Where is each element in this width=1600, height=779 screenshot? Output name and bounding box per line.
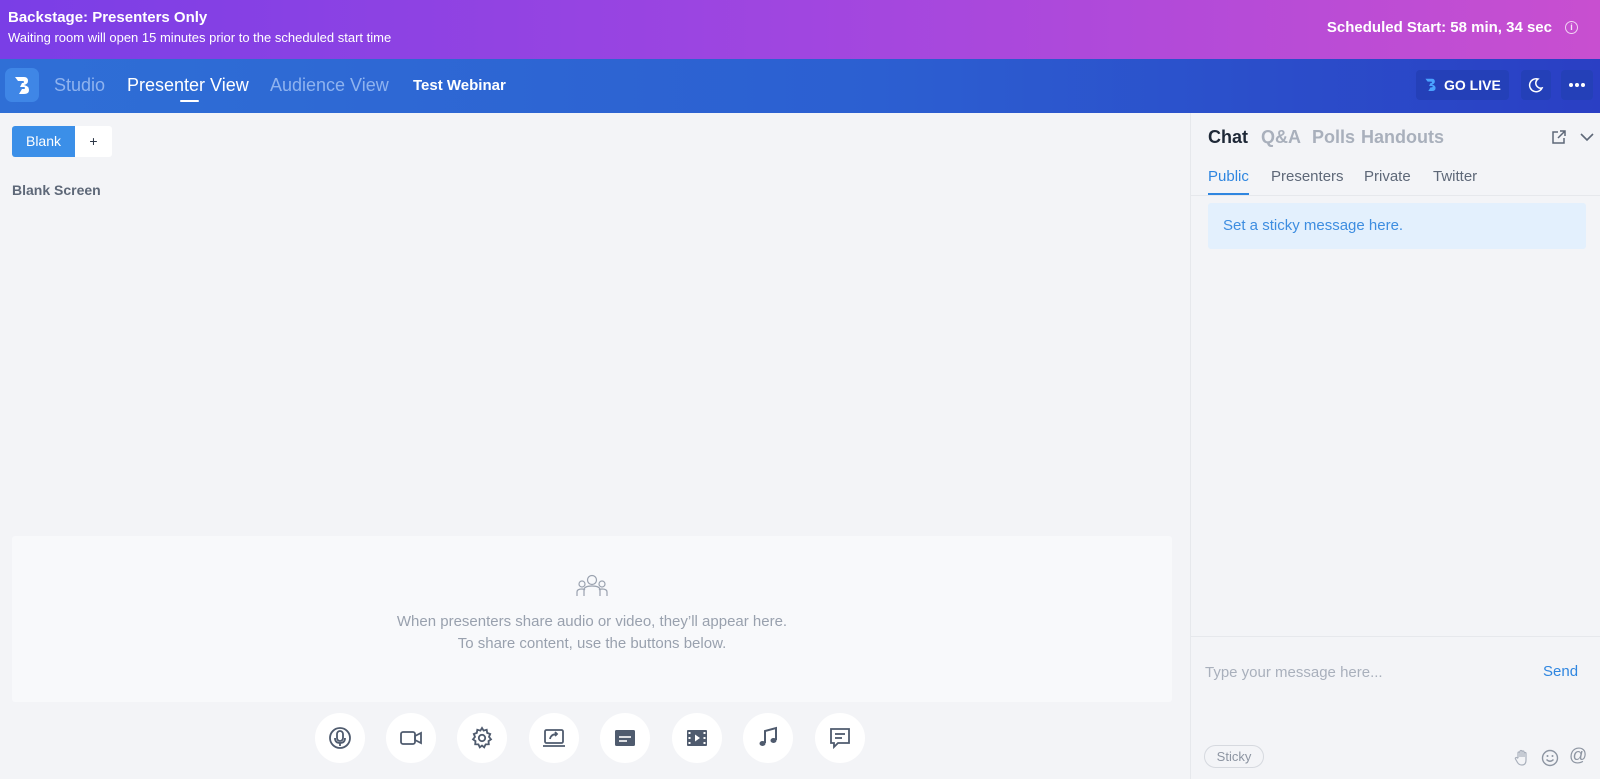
screen-share-button[interactable]: [529, 713, 579, 763]
emoji-icon[interactable]: [1541, 749, 1559, 767]
chat-message-input[interactable]: [1205, 657, 1515, 687]
subtab-twitter[interactable]: Twitter: [1433, 168, 1477, 185]
popout-icon[interactable]: [1551, 129, 1567, 145]
brand-logo-icon: [15, 77, 29, 94]
camera-button[interactable]: [386, 713, 436, 763]
music-icon: [759, 726, 777, 746]
tab-qa[interactable]: Q&A: [1261, 127, 1301, 148]
active-nav-indicator: [180, 100, 199, 102]
tab-handouts[interactable]: Handouts: [1361, 127, 1444, 148]
microphone-button[interactable]: [315, 713, 365, 763]
slides-button[interactable]: [600, 713, 650, 763]
more-dots-icon: [1569, 83, 1573, 87]
music-button[interactable]: [743, 713, 793, 763]
active-subtab-indicator: [1208, 193, 1249, 195]
video-icon: [687, 730, 707, 746]
presenters-group-icon: [576, 574, 608, 596]
banner-title: Backstage: Presenters Only: [8, 9, 208, 26]
presenter-stage: When presenters share audio or video, th…: [12, 536, 1172, 702]
nav-studio[interactable]: Studio: [54, 75, 105, 96]
send-button[interactable]: Send: [1543, 663, 1578, 680]
more-dots-icon: [1575, 83, 1579, 87]
app-logo[interactable]: [5, 68, 39, 102]
tab-polls[interactable]: Polls: [1312, 127, 1355, 148]
scene-tab-blank[interactable]: Blank: [12, 126, 75, 157]
add-scene-button[interactable]: +: [75, 126, 112, 157]
raise-hand-icon[interactable]: [1513, 749, 1531, 767]
video-button[interactable]: [672, 713, 722, 763]
top-navigation: Studio Presenter View Audience View Test…: [0, 59, 1600, 113]
go-live-label: GO LIVE: [1444, 77, 1501, 93]
go-live-button[interactable]: GO LIVE: [1416, 70, 1509, 100]
dark-mode-toggle[interactable]: [1521, 70, 1551, 100]
sticky-message-box[interactable]: Set a sticky message here.: [1208, 203, 1586, 249]
subtab-private[interactable]: Private: [1364, 168, 1411, 185]
nav-audience-view[interactable]: Audience View: [270, 75, 389, 96]
subtab-divider: [1191, 195, 1600, 196]
backstage-banner: Backstage: Presenters Only Waiting room …: [0, 0, 1600, 59]
settings-button[interactable]: [457, 713, 507, 763]
tab-chat[interactable]: Chat: [1208, 127, 1248, 148]
current-scene-label: Blank Screen: [12, 182, 101, 198]
more-options-button[interactable]: [1561, 70, 1593, 100]
chat-panel: Chat Q&A Polls Handouts Public Presenter…: [1190, 113, 1600, 779]
webinar-title: Test Webinar: [413, 77, 506, 94]
nav-presenter-view[interactable]: Presenter View: [127, 75, 249, 96]
info-icon[interactable]: i: [1565, 21, 1578, 34]
slides-icon: [615, 730, 635, 746]
brand-logo-icon: [1425, 78, 1436, 91]
chevron-down-icon[interactable]: [1579, 131, 1595, 143]
mention-icon[interactable]: @: [1569, 745, 1587, 766]
stage-empty-hint: To share content, use the buttons below.: [457, 635, 727, 652]
subtab-public[interactable]: Public: [1208, 168, 1249, 185]
chat-overlay-button[interactable]: [815, 713, 865, 763]
moon-icon: [1528, 77, 1544, 93]
stage-empty-message: When presenters share audio or video, th…: [396, 613, 788, 630]
scheduled-start-countdown: Scheduled Start: 58 min, 34 sec: [1326, 19, 1552, 36]
banner-subtitle: Waiting room will open 15 minutes prior …: [8, 30, 392, 45]
more-dots-icon: [1581, 83, 1585, 87]
chat-overlay-icon: [830, 728, 850, 750]
camera-icon: [400, 731, 422, 745]
chat-composer: Send Sticky @: [1191, 636, 1600, 779]
sticky-toggle[interactable]: Sticky: [1204, 745, 1264, 768]
settings-gear-icon: [471, 726, 493, 749]
subtab-presenters[interactable]: Presenters: [1271, 168, 1344, 185]
screen-share-icon: [543, 729, 565, 747]
microphone-icon: [329, 727, 351, 749]
